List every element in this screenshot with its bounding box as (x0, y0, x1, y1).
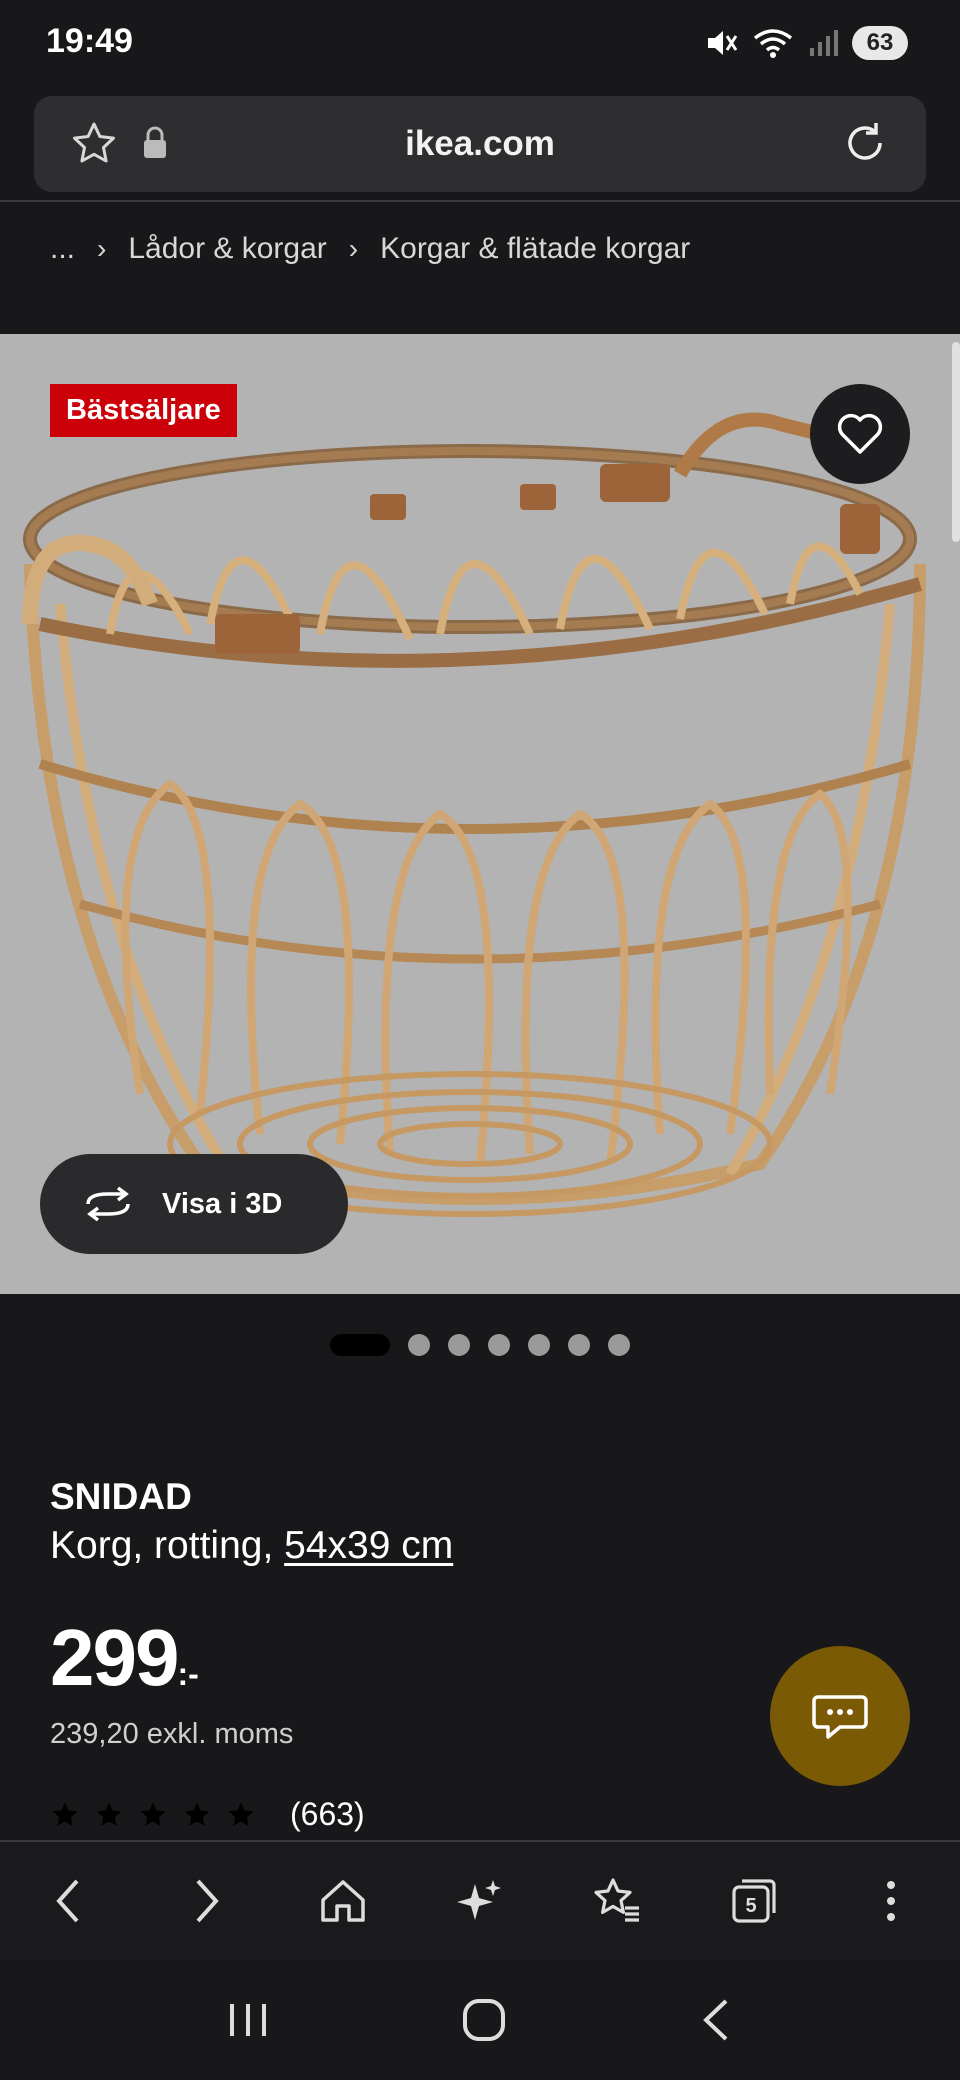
image-pagination (330, 1334, 630, 1356)
chat-icon (812, 1695, 868, 1739)
breadcrumb: ... › Lådor & korgar › Korgar & flätade … (50, 232, 690, 266)
pagination-dot-active[interactable] (330, 1334, 390, 1356)
chevron-right-icon: › (97, 233, 107, 264)
product-rating[interactable]: (663) (50, 1796, 365, 1833)
sparkle-icon (456, 1880, 501, 1920)
status-bar: 19:49 63 (0, 0, 960, 90)
bestseller-badge: Bästsäljare (50, 384, 237, 437)
breadcrumb-item-baskets[interactable]: Korgar & flätade korgar (380, 232, 690, 266)
scroll-thumb[interactable] (952, 342, 960, 542)
price-ex-vat: 239,20 exkl. moms (50, 1718, 294, 1750)
back-button[interactable] (29, 1861, 109, 1941)
home-button[interactable] (303, 1861, 383, 1941)
chevron-right-icon: › (348, 233, 359, 264)
star-rating-icon (228, 1802, 254, 1826)
reload-icon[interactable] (840, 118, 890, 168)
menu-icon (887, 1881, 896, 1921)
price-value: 299 (50, 1613, 179, 1702)
assistant-button[interactable] (440, 1861, 520, 1941)
view-3d-label: Visa i 3D (162, 1187, 283, 1220)
product-type: Korg, rotting, (50, 1524, 285, 1567)
back-icon (55, 1879, 79, 1923)
product-size-link[interactable]: 54x39 cm (284, 1524, 453, 1567)
pagination-dot[interactable] (568, 1334, 590, 1356)
home-circle-icon[interactable] (461, 1997, 507, 2043)
tabs-count: 5 (746, 1895, 757, 1917)
pagination-dot[interactable] (408, 1334, 430, 1356)
breadcrumb-ellipsis[interactable]: ... (50, 232, 75, 266)
system-navigation (0, 1960, 960, 2080)
rotate-3d-icon (86, 1186, 130, 1222)
forward-icon (196, 1879, 219, 1923)
heart-icon (837, 413, 883, 454)
product-image-gallery[interactable]: Bästsäljare Visa i 3D (0, 334, 960, 1294)
view-3d-button[interactable]: Visa i 3D (40, 1154, 348, 1254)
forward-button[interactable] (166, 1861, 246, 1941)
price-suffix: :- (177, 1656, 199, 1692)
home-icon (321, 1880, 365, 1922)
product-name: SNIDAD (50, 1476, 192, 1517)
wifi-icon (753, 29, 793, 58)
chat-button[interactable] (770, 1646, 910, 1786)
bookmarks-button[interactable] (577, 1861, 657, 1941)
system-back-icon[interactable] (698, 1997, 734, 2043)
pagination-dot[interactable] (528, 1334, 550, 1356)
pagination-dot[interactable] (488, 1334, 510, 1356)
favorite-button[interactable] (810, 384, 910, 484)
status-time: 19:49 (46, 22, 133, 60)
bookmarks-icon (594, 1878, 640, 1922)
signal-icon (810, 30, 838, 56)
star-rating-icon (140, 1802, 166, 1826)
basket-image (22, 412, 926, 1217)
star-rating-icon (184, 1802, 210, 1826)
star-rating-icon (52, 1802, 78, 1826)
pagination-dot[interactable] (608, 1334, 630, 1356)
review-count[interactable]: (663) (290, 1796, 365, 1833)
mute-icon (708, 31, 738, 55)
tabs-icon: 5 (732, 1879, 776, 1923)
url-text[interactable]: ikea.com (34, 124, 926, 164)
top-divider (0, 200, 960, 202)
product-description: Korg, rotting, 54x39 cm (50, 1524, 453, 1568)
product-price: 299 :- (50, 1612, 199, 1704)
breadcrumb-item-boxes[interactable]: Lådor & korgar (128, 232, 326, 266)
pagination-dot[interactable] (448, 1334, 470, 1356)
tabs-button[interactable]: 5 (714, 1861, 794, 1941)
recents-icon[interactable] (226, 2000, 270, 2040)
browser-toolbar: 5 (0, 1840, 960, 1960)
url-bar[interactable]: ikea.com (34, 96, 926, 192)
menu-button[interactable] (851, 1861, 931, 1941)
status-icons: 63 (704, 26, 908, 60)
star-rating-icon (96, 1802, 122, 1826)
battery-indicator: 63 (852, 26, 908, 60)
